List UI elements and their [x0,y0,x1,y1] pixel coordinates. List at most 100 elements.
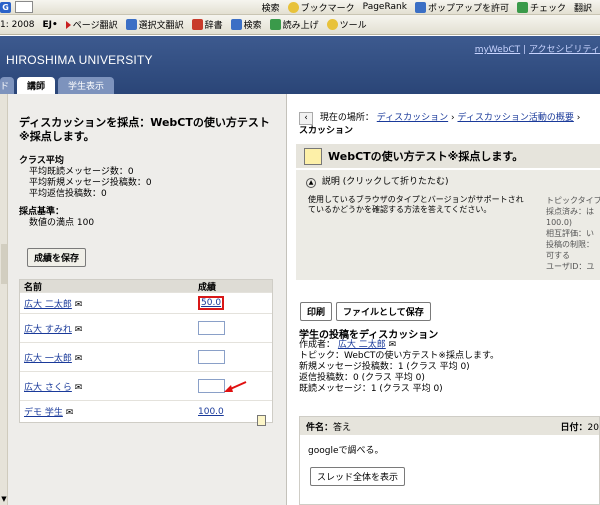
grade-cell [198,350,225,364]
translate-icon [125,19,137,30]
role-tabs: ド 講師 学生表示 [0,77,117,94]
university-name: HIROSHIMA UNIVERSITY [6,53,153,67]
breadcrumb-current: スカッション [299,126,354,136]
mail-icon[interactable]: ✉ [75,354,83,364]
copy-icon[interactable] [257,415,266,426]
accessibility-link[interactable]: アクセシビリティ [529,45,600,55]
save-grades-button[interactable]: 成績を保存 [27,248,87,267]
student-link[interactable]: 広大 二太郎 [24,300,72,310]
toolbar-search-button[interactable]: 検索 [262,1,280,14]
table-row: 広大 一太郎 ✉ [20,342,272,371]
table-row: 広大 二太郎 ✉ 50.0 [20,292,272,313]
post-body: googleで調べる。 [308,446,384,456]
action-buttons: 印刷 ファイルとして保存 [300,302,431,321]
student-link[interactable]: デモ 学生 [24,408,63,418]
grade-input[interactable] [198,379,225,393]
student-name-cell: デモ 学生 ✉ [20,405,198,418]
toolbar-ej-button[interactable]: EJ• [43,20,58,30]
topic-titlebar: WebCTの使い方テスト※採点します。 [296,144,600,168]
class-average-heading: クラス平均 [19,156,64,166]
post-date: 日付：20 [560,422,599,433]
student-link[interactable]: 広大 すみれ [24,325,72,335]
toolbar-search2-button[interactable]: 検索 [230,18,262,31]
scrollbar-thumb[interactable] [1,244,7,284]
save-as-file-button[interactable]: ファイルとして保存 [336,302,431,321]
tab-partial[interactable]: ド [0,77,14,94]
toolbar-readaloud-button[interactable]: 読み上げ [269,18,319,31]
mail-icon[interactable]: ✉ [389,340,397,350]
toolbar-pagerank[interactable]: PageRank [363,2,407,12]
browser-toolbar-top: G 検索 ブックマーク PageRank ポップアップを許可 チェック 翻訳 [0,0,600,15]
toolbar-check-button[interactable]: チェック [516,1,566,14]
post-message: 件名：答え 日付：20 googleで調べる。 スレッド全体を表示 [299,416,600,505]
student-name-cell: 広大 すみれ ✉ [20,322,198,335]
scroll-down-icon[interactable]: ▼ [0,495,8,503]
criteria-heading: 採点基準： [19,207,65,217]
browser-toolbar-dictionary: 1: 2008 EJ• ページ翻訳 選択文翻訳 辞書 検索 読み上げ ツール [0,15,600,35]
toolbar-year: 1: 2008 [0,19,35,30]
avg-new-posts: 平均新規メッセージ投稿数：0 [29,178,152,188]
topic-meta: トピックタイプ： 採点済み：は 100.0) 相互評価：い 投稿の制限： 可する… [546,196,600,271]
toolbar-bookmark-button[interactable]: ブックマーク [287,1,355,14]
grade-cell: 50.0 [198,296,225,310]
table-row: 広大 すみれ ✉ [20,313,272,342]
discussion-topic-icon [304,147,322,165]
red-arrow-annotation [224,381,247,392]
student-name-cell: 広大 さくら ✉ [20,380,198,393]
student-posts-heading: 学生の投稿をディスカッション [299,330,439,341]
play-icon [65,20,71,29]
grade-input[interactable] [198,321,225,335]
webct-header: HIROSHIMA UNIVERSITY myWebCT | アクセシビリティ … [0,36,600,94]
grading-panel: ▼ ディスカッションを採点：WebCTの使い方テスト※採点します。 クラス平均 … [0,94,287,505]
post-header: 件名：答え 日付：20 [300,417,599,435]
grade-input[interactable] [198,350,225,364]
grading-criteria: 採点基準： 数値の満点 100 [19,207,94,229]
speaker-icon [269,19,281,30]
description-text: 使用しているブラウザのタイプとバージョンがサポートされているかどうかを確認する方… [308,195,524,214]
grade-cell [198,379,225,393]
col-name-header: 名前 [24,282,43,293]
toolbar-page-translate-button[interactable]: ページ翻訳 [65,18,118,31]
collapse-up-icon[interactable]: ▲ [306,178,316,188]
grade-value-link[interactable]: 50.0 [198,296,225,310]
google-g-icon: G [0,1,11,13]
google-search-input[interactable] [15,1,33,13]
mail-icon[interactable]: ✉ [75,300,83,310]
mail-icon[interactable]: ✉ [66,408,74,418]
tab-instructor[interactable]: 講師 [17,77,56,94]
print-button[interactable]: 印刷 [300,302,333,321]
grade-value-link[interactable]: 100.0 [198,407,224,417]
description-toggle[interactable]: ▲ 説明 (クリックして折りたたむ) [306,174,449,188]
avg-replies: 平均返信投稿数：0 [29,189,107,199]
student-post-info: 作成者： 広大 二太郎 ✉ トピック：WebCTの使い方テスト※採点します。 新… [299,340,499,395]
toolbar-popup-allow-button[interactable]: ポップアップを許可 [414,1,509,14]
breadcrumb-discussion[interactable]: ディスカッション [377,113,448,123]
student-link[interactable]: 広大 一太郎 [24,354,72,364]
view-thread-button[interactable]: スレッド全体を表示 [310,467,406,486]
topic-line: トピック：WebCTの使い方テスト※採点します。 [299,351,500,361]
author-line: 作成者： 広大 二太郎 ✉ [299,340,397,350]
class-average: クラス平均 平均既読メッセージ数：0 平均新規メッセージ投稿数：0 平均返信投稿… [19,156,152,200]
dictionary-icon [191,19,203,30]
mail-icon[interactable]: ✉ [75,383,83,393]
tools-icon [326,19,338,30]
table-row: デモ 学生 ✉ 100.0 [20,400,272,422]
toolbar-translate-button[interactable]: 翻訳 [574,1,592,14]
author-link[interactable]: 広大 二太郎 [338,340,386,350]
discussion-panel: ‹ 現在の場所： ディスカッション › ディスカッション活動の概要 › スカッシ… [288,94,600,505]
star-icon [287,1,299,13]
replies-count: 返信投稿数：0 (クラス 平均 0) [299,373,425,383]
mywebct-link[interactable]: myWebCT [475,45,521,55]
topic-title: WebCTの使い方テスト※採点します。 [328,150,524,163]
breadcrumb-activity-summary[interactable]: ディスカッション活動の概要 [457,113,573,123]
tab-student-view[interactable]: 学生表示 [58,77,115,94]
col-grade-header: 成績 [198,282,217,293]
google-search-box[interactable]: G [0,1,33,13]
toolbar-selection-translate-button[interactable]: 選択文翻訳 [125,18,184,31]
toolbar-dictionary-button[interactable]: 辞書 [191,18,223,31]
grading-title: ディスカッションを採点：WebCTの使い方テスト※採点します。 [19,116,270,143]
mail-icon[interactable]: ✉ [75,325,83,335]
left-scrollbar[interactable]: ▼ [0,94,8,505]
toolbar-tools-button[interactable]: ツール [326,18,367,31]
student-link[interactable]: 広大 さくら [24,383,72,393]
